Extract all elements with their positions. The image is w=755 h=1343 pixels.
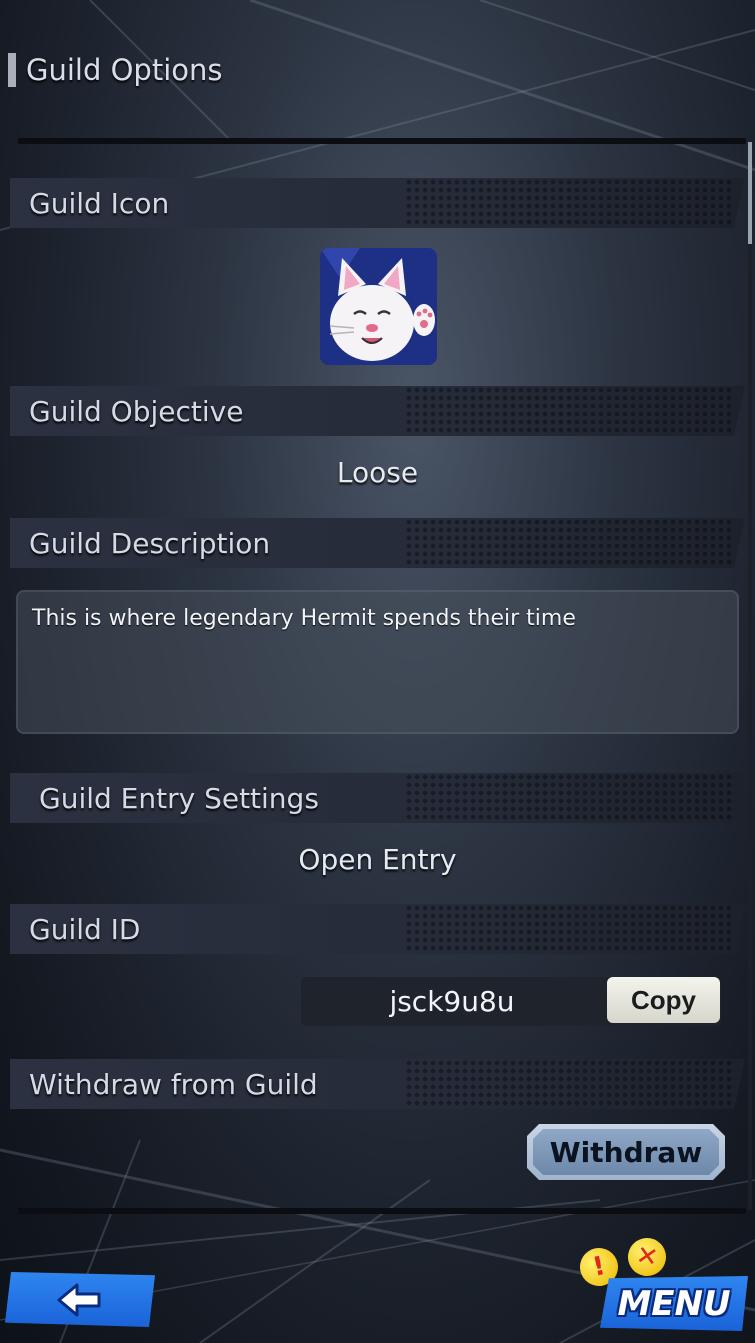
back-button[interactable] [5, 1272, 155, 1327]
section-header-guild-entry-settings: Guild Entry Settings [10, 773, 745, 823]
guild-description-text: This is where legendary Hermit spends th… [32, 606, 576, 631]
section-header-withdraw: Withdraw from Guild [10, 1059, 745, 1109]
copy-button[interactable]: Copy [607, 977, 720, 1023]
panel-bottom-border [18, 1208, 746, 1214]
page-title: Guild Options [8, 52, 223, 88]
guild-id-value: jsck9u8u [389, 985, 515, 1018]
section-label: Guild Icon [29, 186, 170, 220]
guild-objective-value: Loose [336, 456, 419, 489]
withdraw-button[interactable]: Withdraw [533, 1129, 719, 1175]
menu-button[interactable]: MENU [600, 1276, 748, 1331]
cross-icon: ✕ [624, 1234, 670, 1280]
guild-entry-value: Open Entry [298, 843, 457, 876]
section-header-guild-description: Guild Description [10, 518, 745, 568]
panel-top-border [18, 138, 746, 144]
section-header-guild-objective: Guild Objective [10, 386, 745, 436]
section-header-guild-id: Guild ID [10, 904, 745, 954]
page-title-text: Guild Options [26, 53, 223, 87]
section-label: Withdraw from Guild [29, 1067, 318, 1101]
back-arrow-icon [57, 1283, 101, 1316]
section-header-guild-icon: Guild Icon [10, 178, 745, 228]
scrollbar-track[interactable] [748, 142, 752, 1210]
section-label: Guild Description [29, 526, 271, 560]
menu-label: MENU [617, 1283, 731, 1324]
section-label: Guild ID [29, 912, 141, 946]
section-label: Guild Objective [29, 394, 244, 428]
guild-icon-image [320, 248, 437, 365]
section-label: Guild Entry Settings [39, 781, 319, 815]
guild-description-box: This is where legendary Hermit spends th… [16, 590, 739, 734]
title-accent-bar [8, 53, 16, 87]
white-cat-icon [320, 248, 437, 365]
scrollbar-thumb[interactable] [748, 142, 752, 244]
